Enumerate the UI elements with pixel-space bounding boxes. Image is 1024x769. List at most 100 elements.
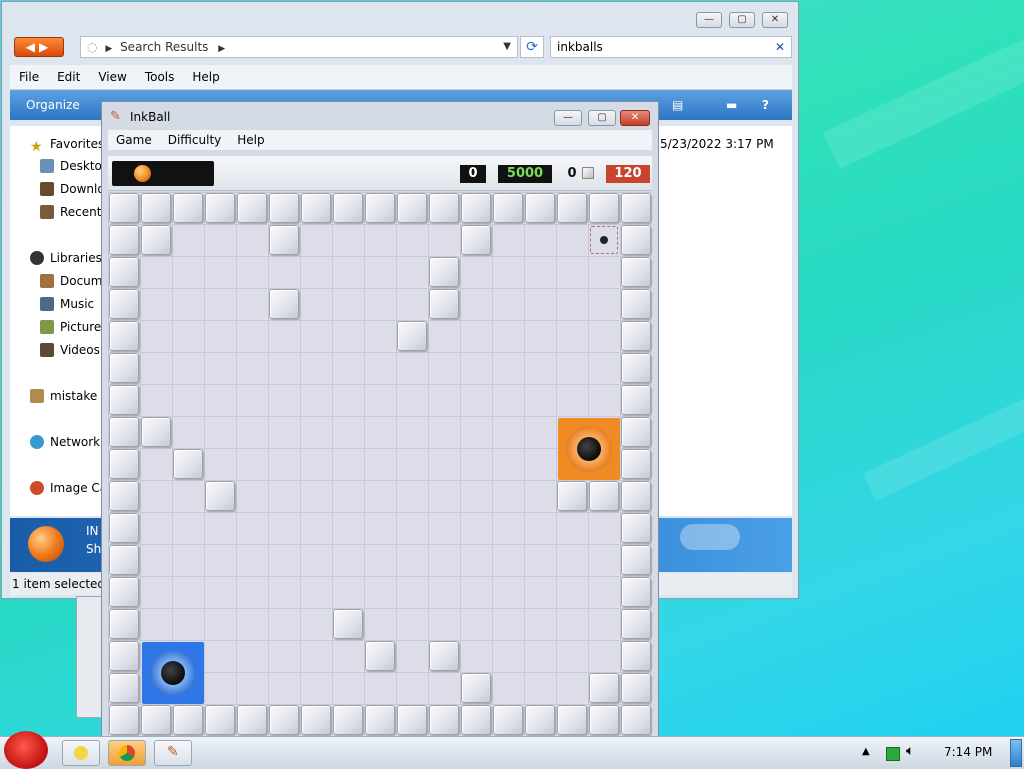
start-button[interactable] [4,731,48,769]
wall-block [109,449,139,479]
nav-music[interactable]: Music [40,296,94,312]
nav-label: Deskto [60,159,102,173]
wall-block [109,641,139,671]
views-icon[interactable]: ▤ [672,90,683,120]
show-hidden-icons[interactable]: ▲ [862,746,870,757]
wall-block [621,673,651,703]
inkball-menubar: Game Difficulty Help [108,130,652,150]
close-button[interactable]: ✕ [762,12,788,28]
wall-block [237,193,267,223]
ball-spawn-point [590,226,618,254]
nav-favorites[interactable]: ★ Favorites [30,136,104,155]
preview-pane-icon[interactable]: ▬ [726,90,737,120]
menu-help[interactable]: Help [183,65,228,89]
nav-label: Docum [60,274,103,288]
wall-block [269,225,299,255]
date-modified: 5/23/2022 3:17 PM [660,137,774,151]
taskbar-inkball-button[interactable]: ✎ [154,740,192,766]
wall-block [621,321,651,351]
network-tray-icon[interactable] [886,747,900,761]
search-input[interactable]: inkballs ✕ [550,36,792,58]
homegroup-icon [30,389,44,403]
wall-block [109,193,139,223]
wall-block [269,193,299,223]
taskbar-explorer-button[interactable] [62,740,100,766]
wall-block [365,641,395,671]
menu-edit[interactable]: Edit [48,65,89,89]
wall-block [109,353,139,383]
refresh-button[interactable]: ⟳ [520,36,544,58]
clock[interactable]: 7:14 PM [944,745,992,759]
show-desktop-button[interactable] [1010,739,1022,767]
wall-block [109,481,139,511]
wall-block [141,225,171,255]
search-value: inkballs [557,40,603,54]
wall-block [333,193,363,223]
wall-block [493,193,523,223]
help-icon[interactable]: ? [762,90,769,120]
menu-help[interactable]: Help [229,130,272,150]
nav-mistake[interactable]: mistake [30,388,97,404]
ball-counter-icon [582,167,594,179]
inkball-window[interactable]: ✎ InkBall — ▢ ✕ Game Difficulty Help 0 500… [101,101,659,741]
queued-ball-icon [134,165,151,182]
nav-desktop[interactable]: Deskto [40,158,102,174]
address-bar[interactable]: ◌ ▶ Search Results ▶ ▼ [80,36,518,58]
nav-label: mistake [50,389,98,403]
address-dropdown-icon[interactable]: ▼ [503,37,511,57]
wall-block [333,705,363,735]
nav-pictures[interactable]: Pictures [40,319,108,335]
menu-view[interactable]: View [89,65,135,89]
star-icon: ★ [30,139,43,155]
close-button[interactable]: ✕ [620,110,650,126]
wall-block [109,257,139,287]
menu-difficulty[interactable]: Difficulty [160,130,230,150]
menu-game[interactable]: Game [108,130,160,150]
maximize-button[interactable]: ▢ [588,110,616,126]
organize-button[interactable]: Organize [26,98,80,112]
explorer-menubar: File Edit View Tools Help [10,65,792,90]
nav-libraries[interactable]: Libraries [30,250,102,266]
wall-block [365,705,395,735]
nav-documents[interactable]: Docum [40,273,102,289]
nav-image-ca[interactable]: Image Ca [30,480,107,496]
wall-block [109,289,139,319]
nav-network[interactable]: Network [30,434,100,450]
target-score: 5000 [498,165,552,183]
wall-block [621,641,651,671]
score-value: 0 [460,165,486,183]
wall-block [205,481,235,511]
minimize-button[interactable]: — [554,110,582,126]
inkball-icon: ✎ [167,744,179,760]
maximize-button[interactable]: ▢ [729,12,755,28]
nav-downloads[interactable]: Downlo [40,181,105,197]
taskbar-chrome-button[interactable] [108,740,146,766]
wall-block [621,353,651,383]
volume-icon[interactable]: 🔈︎ [906,743,914,759]
nav-recent[interactable]: Recent [40,204,101,220]
nav-videos[interactable]: Videos [40,342,100,358]
wall-block [621,257,651,287]
game-board[interactable] [108,192,652,736]
window-title: InkBall [130,110,171,124]
clear-search-icon[interactable]: ✕ [775,37,785,57]
orange-goal-hole [558,418,620,480]
wall-block [205,193,235,223]
nav-label: Image Ca [50,481,108,495]
blue-goal-hole [142,642,204,704]
menu-tools[interactable]: Tools [136,65,184,89]
wall-block [173,449,203,479]
wall-block [109,417,139,447]
wall-block [621,193,651,223]
wall-block [621,545,651,575]
wall-block [301,705,331,735]
wall-block [397,193,427,223]
wall-block [493,705,523,735]
menu-file[interactable]: File [10,65,48,89]
wall-block [589,705,619,735]
back-forward-buttons[interactable]: ◀▶ [14,37,64,57]
documents-icon [40,274,54,288]
wall-block [109,577,139,607]
details-name: IN [86,524,99,538]
minimize-button[interactable]: — [696,12,722,28]
